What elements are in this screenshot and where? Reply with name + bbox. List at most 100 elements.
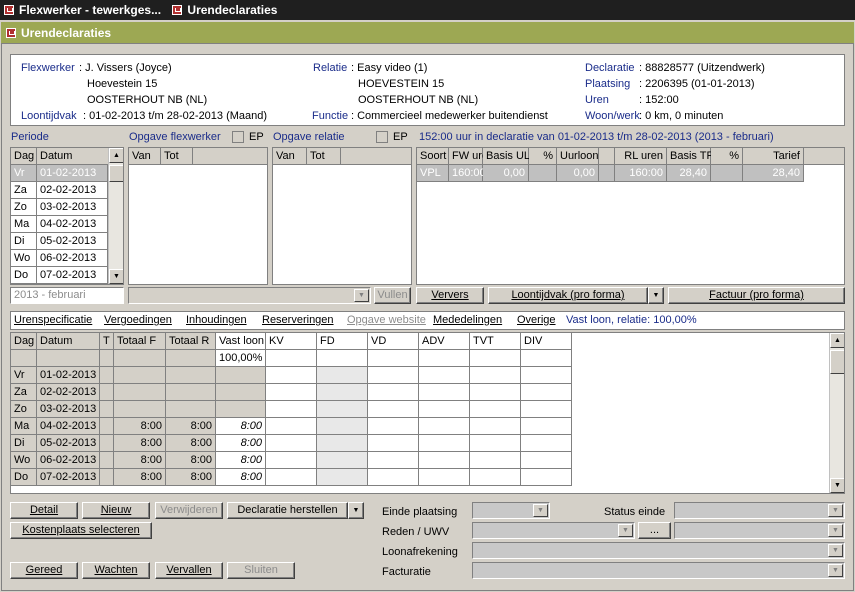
totaal-r-cell[interactable] xyxy=(166,384,216,401)
spec-cell[interactable] xyxy=(368,367,419,384)
spec-date-cell[interactable]: 06-02-2013 xyxy=(37,452,100,469)
wachten-button[interactable]: Wachten xyxy=(82,562,150,579)
urenspecificatie-table[interactable]: Dag Datum T Totaal F Totaal R Vast loon KV FD VD… xyxy=(10,332,845,494)
spec-cell[interactable] xyxy=(521,367,572,384)
spec-type-cell[interactable] xyxy=(100,452,114,469)
spec-cell[interactable] xyxy=(470,401,521,418)
tab-urendeclaraties[interactable]: Urendeclaraties xyxy=(172,0,277,20)
facturatie-combo[interactable]: ▼ xyxy=(472,562,845,579)
tab-flexwerker[interactable]: Flexwerker - tewerkges... xyxy=(4,0,161,20)
factuur-button[interactable]: Factuur (pro forma) xyxy=(668,287,845,304)
spec-cell[interactable] xyxy=(266,401,317,418)
vastloon-cell[interactable] xyxy=(216,367,266,384)
spec-type-cell[interactable] xyxy=(100,367,114,384)
column-header[interactable]: Van xyxy=(129,148,161,165)
spec-cell[interactable] xyxy=(317,401,368,418)
spec-cell[interactable] xyxy=(317,418,368,435)
scroll-down-icon[interactable]: ▼ xyxy=(109,269,123,284)
spec-cell[interactable] xyxy=(419,435,470,452)
spec-cell[interactable] xyxy=(521,435,572,452)
tab-opgave-website[interactable]: Opgave website xyxy=(347,314,426,326)
column-header[interactable]: Uurloon xyxy=(557,148,599,165)
totaal-f-cell[interactable] xyxy=(114,367,166,384)
detail-button[interactable]: Detail xyxy=(10,502,78,519)
periode-day-cell[interactable]: Vr xyxy=(11,165,37,182)
totaal-r-cell[interactable]: 8:00 xyxy=(166,435,216,452)
spec-cell[interactable] xyxy=(470,469,521,486)
column-header[interactable]: Datum xyxy=(37,148,109,165)
declaratie-cell[interactable] xyxy=(529,165,557,182)
column-header[interactable]: Van xyxy=(273,148,307,165)
totaal-r-cell[interactable]: 8:00 xyxy=(166,469,216,486)
declaratie-cell[interactable]: 160:00 xyxy=(449,165,486,182)
opgave-combo[interactable]: ▼ xyxy=(128,287,371,304)
spec-cell[interactable] xyxy=(470,367,521,384)
spec-cell[interactable] xyxy=(470,452,521,469)
tab-inhoudingen[interactable]: Inhoudingen xyxy=(186,314,247,326)
loonafrekening-combo[interactable]: ▼ xyxy=(472,542,845,559)
chevron-down-icon[interactable]: ▼ xyxy=(828,544,843,557)
spec-type-cell[interactable] xyxy=(100,469,114,486)
spec-date-cell[interactable]: 04-02-2013 xyxy=(37,418,100,435)
column-header[interactable]: Tot xyxy=(307,148,341,165)
scroll-up-icon[interactable]: ▲ xyxy=(109,148,123,163)
spec-day-cell[interactable]: Za xyxy=(11,384,37,401)
reden-detail-combo[interactable]: ▼ xyxy=(674,522,845,539)
periode-day-cell[interactable]: Zo xyxy=(11,199,37,216)
spec-cell[interactable] xyxy=(470,435,521,452)
spec-cell[interactable] xyxy=(368,435,419,452)
spec-cell[interactable] xyxy=(368,384,419,401)
scroll-up-icon[interactable]: ▲ xyxy=(830,333,844,348)
spec-date-cell[interactable]: 03-02-2013 xyxy=(37,401,100,418)
totaal-f-cell[interactable]: 8:00 xyxy=(114,469,166,486)
declaratie-cell[interactable]: 0,00 xyxy=(483,165,529,182)
declaratie-cell[interactable] xyxy=(599,165,615,182)
sluiten-button[interactable]: Sluiten xyxy=(227,562,295,579)
vastloon-cell[interactable] xyxy=(216,384,266,401)
column-header[interactable]: FW uren xyxy=(449,148,494,165)
spec-cell[interactable] xyxy=(368,401,419,418)
spec-scrollbar[interactable]: ▲ ▼ xyxy=(829,333,844,493)
opgave-flexwerker-table[interactable]: Van Tot xyxy=(128,147,268,285)
spec-day-cell[interactable]: Di xyxy=(11,435,37,452)
periode-date-cell[interactable]: 06-02-2013 xyxy=(37,250,108,267)
spec-date-cell[interactable]: 05-02-2013 xyxy=(37,435,100,452)
chevron-down-icon[interactable]: ▼ xyxy=(648,287,664,304)
einde-plaatsing-combo[interactable]: ▼ xyxy=(472,502,550,519)
spec-cell[interactable] xyxy=(368,452,419,469)
totaal-f-cell[interactable] xyxy=(114,384,166,401)
spec-cell[interactable] xyxy=(266,469,317,486)
spec-cell[interactable] xyxy=(317,367,368,384)
vastloon-cell[interactable] xyxy=(216,401,266,418)
totaal-f-cell[interactable]: 8:00 xyxy=(114,435,166,452)
spec-cell[interactable] xyxy=(368,469,419,486)
vastloon-cell[interactable]: 8:00 xyxy=(216,435,266,452)
column-header[interactable]: T xyxy=(100,333,114,350)
vullen-button[interactable]: Vullen xyxy=(374,287,411,304)
ep-relatie-checkbox[interactable] xyxy=(376,131,388,143)
periode-date-cell[interactable]: 04-02-2013 xyxy=(37,216,108,233)
status-einde-combo[interactable]: ▼ xyxy=(674,502,845,519)
spec-cell[interactable] xyxy=(521,452,572,469)
ep-flexwerker-checkbox[interactable] xyxy=(232,131,244,143)
spec-day-cell[interactable]: Wo xyxy=(11,452,37,469)
spec-date-cell[interactable]: 07-02-2013 xyxy=(37,469,100,486)
spec-cell[interactable] xyxy=(266,435,317,452)
spec-cell[interactable] xyxy=(419,401,470,418)
vastloon-cell[interactable]: 8:00 xyxy=(216,418,266,435)
spec-type-cell[interactable] xyxy=(100,435,114,452)
column-header[interactable] xyxy=(599,148,615,165)
declaratie-herstellen-button[interactable]: Declaratie herstellen xyxy=(227,502,348,519)
column-header[interactable]: Dag xyxy=(11,333,37,350)
loontijdvak-button[interactable]: Loontijdvak (pro forma) xyxy=(488,287,648,304)
column-header[interactable]: Basis UL xyxy=(483,148,530,165)
periode-day-cell[interactable]: Ma xyxy=(11,216,37,233)
spec-day-cell[interactable]: Do xyxy=(11,469,37,486)
month-field[interactable]: 2013 - februari xyxy=(10,287,124,304)
flexwerker-value[interactable]: : J. Vissers (Joyce) xyxy=(79,62,172,74)
spec-cell[interactable] xyxy=(266,418,317,435)
spec-cell[interactable] xyxy=(521,418,572,435)
spec-type-cell[interactable] xyxy=(100,418,114,435)
spec-cell[interactable] xyxy=(470,384,521,401)
chevron-down-icon[interactable]: ▼ xyxy=(828,564,843,577)
